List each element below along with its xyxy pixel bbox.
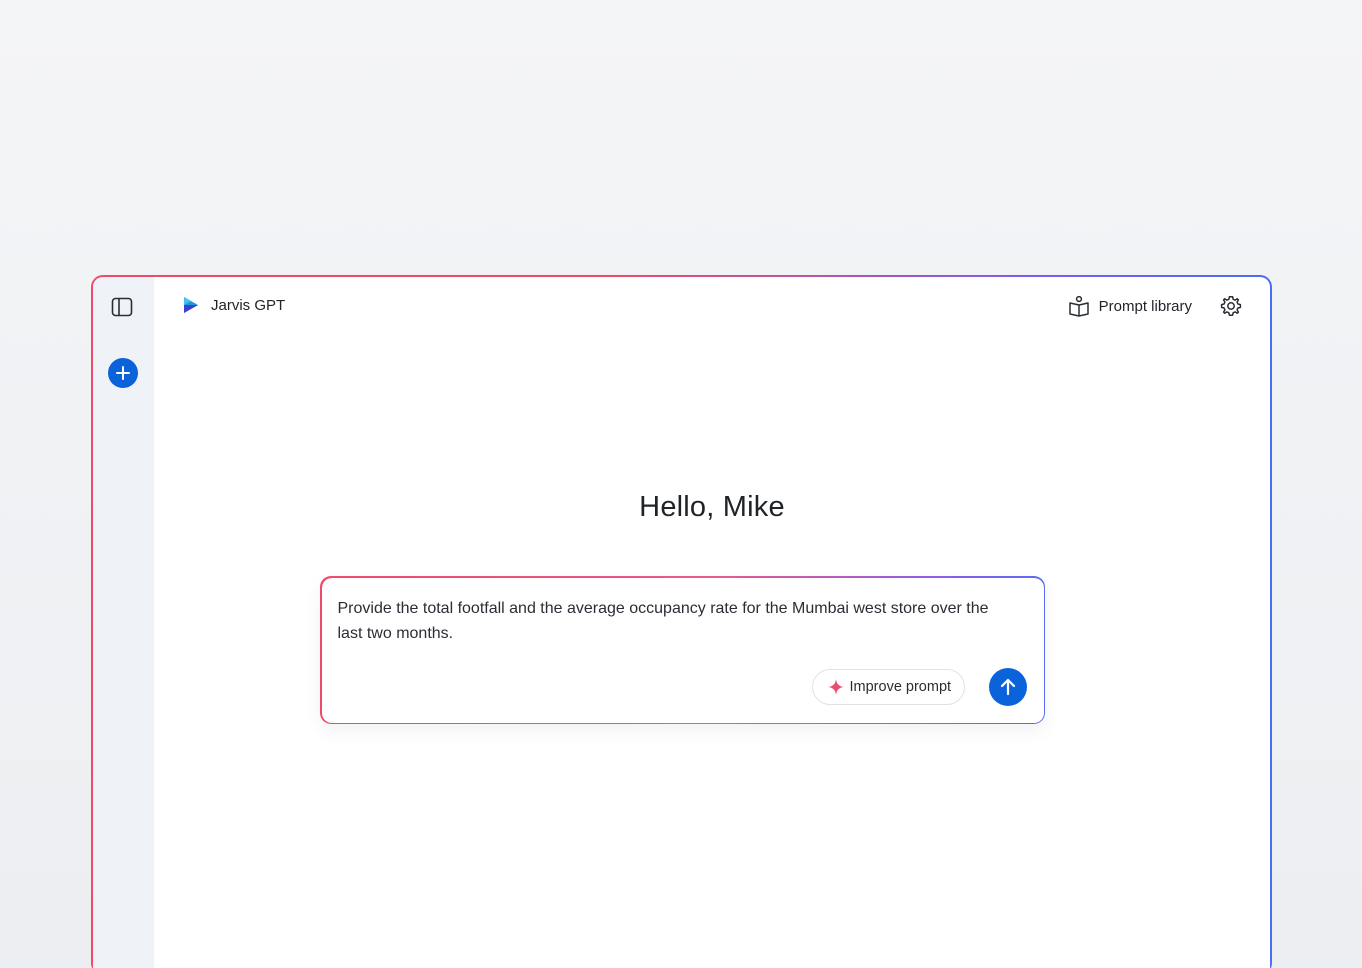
prompt-composer: Provide the total footfall and the avera… bbox=[320, 576, 1045, 724]
sidebar-toggle-button[interactable] bbox=[110, 295, 134, 319]
prompt-library-label: Prompt library bbox=[1098, 297, 1192, 315]
arrow-up-icon bbox=[1000, 678, 1015, 695]
new-chat-button[interactable] bbox=[108, 358, 138, 388]
header-actions: Prompt library bbox=[1068, 293, 1244, 319]
sidebar-panel-icon bbox=[111, 297, 133, 317]
plus-icon bbox=[116, 366, 130, 380]
book-user-icon bbox=[1068, 295, 1089, 317]
improve-prompt-label: Improve prompt bbox=[849, 678, 952, 695]
settings-button[interactable] bbox=[1218, 293, 1244, 319]
prompt-input[interactable]: Provide the total footfall and the avera… bbox=[337, 595, 1018, 648]
jarvis-logo-icon bbox=[184, 297, 198, 313]
composer-body: Provide the total footfall and the avera… bbox=[321, 577, 1044, 723]
sidebar bbox=[93, 277, 154, 968]
send-button[interactable] bbox=[988, 667, 1027, 706]
app-content: Jarvis GPT Prompt library Hello, Mike Pr… bbox=[93, 277, 1270, 968]
app-window: Jarvis GPT Prompt library Hello, Mike Pr… bbox=[91, 275, 1272, 968]
sparkle-icon bbox=[827, 678, 844, 695]
improve-prompt-button[interactable]: Improve prompt bbox=[811, 668, 966, 705]
brand: Jarvis GPT bbox=[181, 295, 285, 315]
gear-icon bbox=[1220, 296, 1242, 316]
prompt-library-button[interactable]: Prompt library bbox=[1068, 295, 1192, 317]
greeting-heading: Hello, Mike bbox=[639, 491, 785, 523]
brand-name: Jarvis GPT bbox=[211, 296, 286, 314]
